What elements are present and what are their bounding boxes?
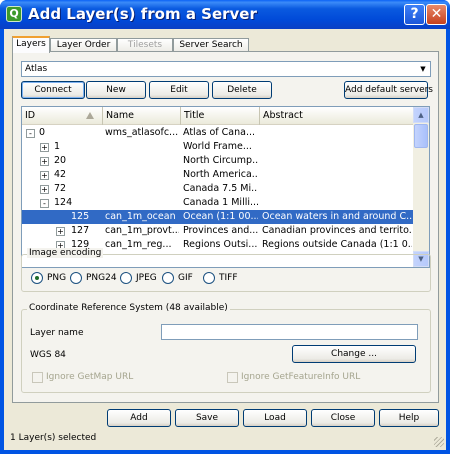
tab-server-search[interactable]: Server Search (173, 38, 249, 52)
table-row[interactable]: - 0 wms_atlasofc... Atlas of Cana... (22, 126, 414, 140)
scrollbar-thumb[interactable] (414, 124, 428, 148)
change-crs-button[interactable]: Change ... (292, 345, 416, 363)
expand-icon[interactable]: + (40, 157, 49, 166)
add-button[interactable]: Add (107, 409, 171, 427)
radio-unchecked-icon[interactable] (203, 272, 215, 284)
help-button[interactable]: Help (379, 409, 439, 427)
expand-icon[interactable]: + (56, 227, 65, 236)
dialog-window: Q Add Layer(s) from a Server ? ✕ Layers … (0, 0, 450, 454)
column-header-id[interactable]: ID (22, 107, 103, 125)
current-crs-label: WGS 84 (30, 350, 66, 360)
dialog-client-area: Layers Layer Order Tilesets Server Searc… (4, 29, 446, 450)
layer-name-label: Layer name (30, 328, 84, 338)
crs-group-label: Coordinate Reference System (48 availabl… (27, 303, 230, 313)
server-select-value: Atlas (25, 64, 48, 74)
radio-unchecked-icon[interactable] (70, 272, 82, 284)
image-encoding-group: Image encoding PNG PNG24 JPEG GIF TIFF (21, 248, 431, 292)
checkbox-unchecked-icon[interactable] (32, 372, 43, 383)
close-button[interactable]: Close (311, 409, 375, 427)
delete-button[interactable]: Delete (212, 81, 272, 99)
table-row[interactable]: + 72 Canada 7.5 Mi... (22, 182, 414, 196)
tab-layers[interactable]: Layers (12, 36, 50, 53)
table-row[interactable]: + 127 can_1m_provt... Provinces and... C… (22, 224, 414, 238)
qgis-app-icon: Q (6, 6, 22, 22)
tab-tilesets: Tilesets (117, 38, 173, 52)
table-vertical-scrollbar[interactable]: ▲ ▼ (413, 107, 429, 267)
layer-tree-table[interactable]: ID Name Title Abstract - 0 wms_atlasofc.… (21, 106, 430, 268)
new-button[interactable]: New (86, 81, 146, 99)
resize-grip-icon[interactable] (434, 437, 444, 447)
save-button[interactable]: Save (175, 409, 239, 427)
column-header-title[interactable]: Title (181, 107, 260, 125)
radio-unchecked-icon[interactable] (120, 272, 132, 284)
collapse-icon[interactable]: - (40, 199, 49, 208)
table-row[interactable]: + 20 North Circump... (22, 154, 414, 168)
expand-icon[interactable]: + (40, 143, 49, 152)
collapse-icon[interactable]: - (26, 129, 35, 138)
chevron-down-icon[interactable]: ▼ (417, 63, 429, 75)
connect-button[interactable]: Connect (21, 81, 85, 99)
table-header: ID Name Title Abstract (22, 107, 414, 125)
load-button[interactable]: Load (243, 409, 307, 427)
add-default-servers-button[interactable]: Add default servers (344, 81, 433, 99)
help-title-button[interactable]: ? (404, 4, 425, 25)
title-bar[interactable]: Q Add Layer(s) from a Server ? ✕ (0, 0, 450, 29)
scroll-up-icon[interactable]: ▲ (413, 107, 429, 123)
column-header-name[interactable]: Name (103, 107, 181, 125)
server-select[interactable]: Atlas ▼ (21, 61, 431, 77)
window-title: Add Layer(s) from a Server (28, 5, 257, 23)
edit-button[interactable]: Edit (149, 81, 209, 99)
image-encoding-label: Image encoding (27, 248, 104, 258)
column-header-abstract[interactable]: Abstract (260, 107, 414, 125)
close-title-button[interactable]: ✕ (426, 4, 447, 25)
radio-checked-icon[interactable] (31, 272, 43, 284)
radio-unchecked-icon[interactable] (162, 272, 174, 284)
sort-ascending-icon (86, 112, 94, 119)
expand-icon[interactable]: + (40, 185, 49, 194)
table-row-selected[interactable]: 125 can_1m_ocean Ocean (1:1 00... Ocean … (22, 210, 414, 224)
status-bar-text: 1 Layer(s) selected (10, 433, 97, 443)
checkbox-unchecked-icon[interactable] (227, 372, 238, 383)
tab-layer-order[interactable]: Layer Order (50, 38, 117, 52)
layer-name-input[interactable] (161, 324, 418, 340)
expand-icon[interactable]: + (40, 171, 49, 180)
table-row[interactable]: + 42 North America... (22, 168, 414, 182)
table-row[interactable]: - 124 Canada 1 Milli... (22, 196, 414, 210)
table-row[interactable]: + 1 World Frame... (22, 140, 414, 154)
